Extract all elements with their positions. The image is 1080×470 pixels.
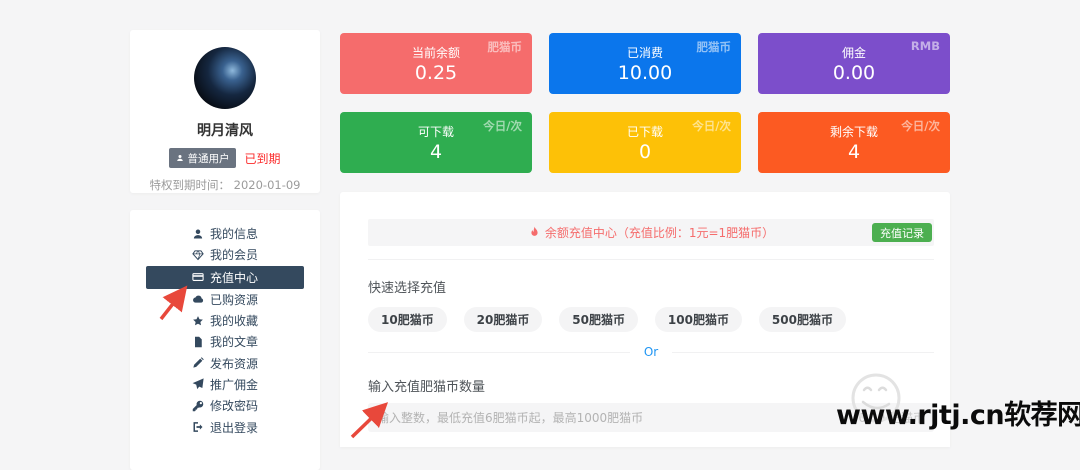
stat-card-downloaded: 今日/次 已下载 0 <box>549 112 741 173</box>
stat-card-label: 已消费 <box>627 44 663 61</box>
sidebar-item-label: 我的会员 <box>210 246 258 263</box>
logout-icon <box>192 421 204 433</box>
quick-amount-100[interactable]: 100肥猫币 <box>655 307 742 332</box>
stat-card-label: 佣金 <box>842 44 866 61</box>
profile-name: 明月清风 <box>130 120 320 140</box>
stat-card-tag: RMB <box>911 39 940 53</box>
stat-card-tag: 今日/次 <box>692 118 731 134</box>
user-type-badge-label: 普通用户 <box>187 151 229 166</box>
credit-card-icon <box>192 271 204 283</box>
stat-card-downloadable: 今日/次 可下载 4 <box>340 112 532 173</box>
quick-select-title: 快速选择充值 <box>368 277 934 296</box>
stat-card-tag: 肥猫币 <box>488 39 523 55</box>
sidebar-item-my-info[interactable]: 我的信息 <box>146 223 304 244</box>
stat-card-label: 已下载 <box>627 123 663 140</box>
stat-card-value: 4 <box>848 143 860 162</box>
recharge-record-button[interactable]: 充值记录 <box>872 223 932 242</box>
sidebar-item-label: 我的信息 <box>210 225 258 242</box>
profile-badges: 普通用户 已到期 <box>130 148 320 168</box>
stats-grid: 肥猫币 当前余额 0.25 肥猫币 已消费 10.00 RMB 佣金 0.00 … <box>340 33 950 173</box>
sidebar-item-promotion-commission[interactable]: 推广佣金 <box>146 374 304 395</box>
star-icon <box>192 315 204 327</box>
section-divider <box>368 259 934 260</box>
quick-amount-options: 10肥猫币 20肥猫币 50肥猫币 100肥猫币 500肥猫币 <box>368 307 846 332</box>
stat-card-value: 0.00 <box>833 64 875 83</box>
stat-card-balance: 肥猫币 当前余额 0.25 <box>340 33 532 94</box>
quick-amount-50[interactable]: 50肥猫币 <box>559 307 638 332</box>
sidebar-item-my-articles[interactable]: 我的文章 <box>146 331 304 352</box>
sidebar-item-label: 我的文章 <box>210 333 258 350</box>
fire-icon <box>528 226 541 239</box>
gem-icon <box>192 249 204 261</box>
stat-card-commission: RMB 佣金 0.00 <box>758 33 950 94</box>
stat-card-tag: 肥猫币 <box>697 39 732 55</box>
watermark: www.rjtj.cn软荐网 <box>836 393 1080 432</box>
quick-amount-500[interactable]: 500肥猫币 <box>759 307 846 332</box>
sidebar-item-label: 修改密码 <box>210 397 258 414</box>
avatar <box>194 47 256 109</box>
recharge-notice-text: 余额充值中心（充值比例：1元=1肥猫币） <box>545 224 774 241</box>
user-icon <box>192 228 204 240</box>
user-type-badge: 普通用户 <box>169 148 236 168</box>
stat-card-value: 0.25 <box>415 64 457 83</box>
key-icon <box>192 400 204 412</box>
sidebar-item-label: 发布资源 <box>210 355 258 372</box>
recharge-notice: 余额充值中心（充值比例：1元=1肥猫币） <box>528 224 774 241</box>
stat-card-value: 4 <box>430 143 442 162</box>
sidebar-menu: 我的信息 我的会员 充值中心 已购资源 我的收藏 我的文章 发布资源 推广佣金 … <box>130 210 320 470</box>
sidebar-item-my-membership[interactable]: 我的会员 <box>146 244 304 265</box>
quick-amount-20[interactable]: 20肥猫币 <box>464 307 543 332</box>
sidebar-item-change-password[interactable]: 修改密码 <box>146 395 304 416</box>
paper-plane-icon <box>192 378 204 390</box>
privilege-expiry-text: 特权到期时间： 2020-01-09 <box>130 177 320 193</box>
profile-card: 明月清风 普通用户 已到期 特权到期时间： 2020-01-09 <box>130 30 320 193</box>
sidebar-item-recharge-center[interactable]: 充值中心 <box>146 266 304 289</box>
sidebar-item-label: 推广佣金 <box>210 376 258 393</box>
stat-card-tag: 今日/次 <box>483 118 522 134</box>
stat-card-label: 当前余额 <box>412 44 460 61</box>
stat-card-value: 0 <box>639 143 651 162</box>
stat-card-label: 剩余下载 <box>830 123 878 140</box>
recharge-amount-input[interactable] <box>377 411 850 425</box>
sidebar-item-logout[interactable]: 退出登录 <box>146 416 304 437</box>
document-icon <box>192 336 204 348</box>
sidebar-item-my-favorites[interactable]: 我的收藏 <box>146 310 304 331</box>
recharge-notice-bar: 余额充值中心（充值比例：1元=1肥猫币） 充值记录 <box>368 219 934 246</box>
sidebar-item-label: 退出登录 <box>210 419 258 436</box>
sidebar-item-label: 已购资源 <box>210 291 258 308</box>
sidebar-item-label: 我的收藏 <box>210 312 258 329</box>
cloud-icon <box>192 293 204 305</box>
sidebar-item-publish-resource[interactable]: 发布资源 <box>146 352 304 373</box>
pencil-icon <box>192 357 204 369</box>
sidebar-item-label: 充值中心 <box>210 269 258 286</box>
quick-amount-10[interactable]: 10肥猫币 <box>368 307 447 332</box>
stat-card-label: 可下载 <box>418 123 454 140</box>
stat-card-value: 10.00 <box>618 64 672 83</box>
stat-card-consumed: 肥猫币 已消费 10.00 <box>549 33 741 94</box>
stat-card-tag: 今日/次 <box>901 118 940 134</box>
expired-badge: 已到期 <box>244 150 280 167</box>
sidebar-item-purchased-resources[interactable]: 已购资源 <box>146 289 304 310</box>
or-label: Or <box>644 345 658 359</box>
stat-card-remaining-downloads: 今日/次 剩余下载 4 <box>758 112 950 173</box>
person-icon <box>176 154 184 162</box>
or-divider: Or <box>368 345 934 359</box>
